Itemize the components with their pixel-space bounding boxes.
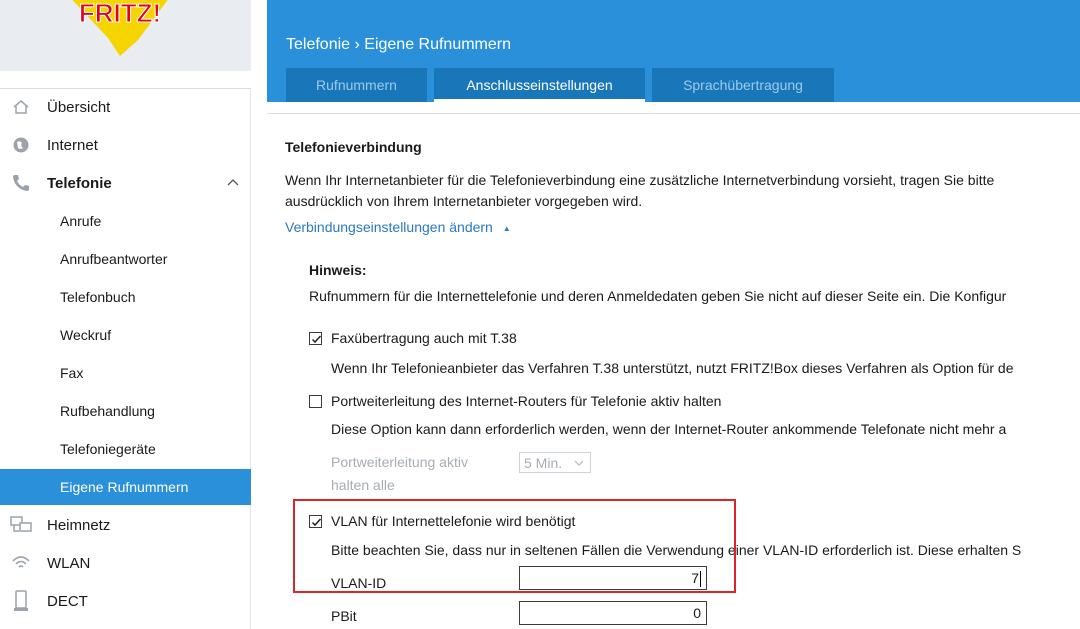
- fax-t38-checkbox[interactable]: [309, 332, 322, 345]
- dect-phone-icon: [10, 590, 32, 612]
- chevron-up-icon[interactable]: [226, 175, 240, 189]
- network-icon: [10, 514, 32, 536]
- connection-settings-toggle[interactable]: Verbindungseinstellungen ändern ▲: [285, 219, 511, 235]
- sidebar-divider: [0, 88, 251, 89]
- sidebar-subitem-weckruf[interactable]: Weckruf: [0, 318, 251, 352]
- tab-anschlusseinstellungen[interactable]: Anschlusseinstellungen: [434, 68, 645, 102]
- collapse-arrow-icon[interactable]: ▲: [503, 224, 511, 233]
- sidebar-subitem-anrufbeantworter[interactable]: Anrufbeantworter: [0, 242, 251, 276]
- sidebar-subitem-label: Rufbehandlung: [60, 403, 155, 419]
- sidebar: FRITZ! Übersicht Internet Telefonie Anru…: [0, 0, 251, 629]
- sidebar-item-label: DECT: [47, 592, 88, 610]
- sidebar-subitem-label: Weckruf: [60, 327, 112, 343]
- phone-icon: [10, 172, 32, 194]
- wifi-icon: [10, 552, 32, 574]
- sidebar-item-label: Telefonie: [47, 174, 112, 192]
- sidebar-item-label: Internet: [47, 136, 98, 154]
- sidebar-item-telefonie[interactable]: Telefonie: [0, 166, 251, 200]
- keepalive-label-line-1: Portweiterleitung aktiv: [331, 454, 468, 470]
- intro-text-line-1: Wenn Ihr Internetanbieter für die Telefo…: [285, 172, 995, 188]
- sidebar-subitem-anrufe[interactable]: Anrufe: [0, 204, 251, 238]
- sidebar-subitem-label: Telefonbuch: [60, 289, 136, 305]
- port-forwarding-label[interactable]: Portweiterleitung des Internet-Routers f…: [331, 393, 721, 409]
- globe-icon: [10, 134, 32, 156]
- intro-text-line-2: ausdrücklich von Ihrem Internetanbieter …: [285, 193, 643, 209]
- tab-sprachuebertragung[interactable]: Sprachübertragung: [652, 68, 834, 102]
- sidebar-item-heimnetz[interactable]: Heimnetz: [0, 508, 251, 542]
- sidebar-subitem-telefonbuch[interactable]: Telefonbuch: [0, 280, 251, 314]
- sidebar-subitem-label: Telefoniegeräte: [60, 441, 156, 457]
- hint-text: Rufnummern für die Internettelefonie und…: [309, 288, 1007, 304]
- tab-rufnummern[interactable]: Rufnummern: [286, 68, 427, 102]
- pbit-input[interactable]: 0: [519, 601, 707, 625]
- fax-t38-label[interactable]: Faxübertragung auch mit T.38: [331, 330, 517, 346]
- section-title: Telefonieverbindung: [285, 139, 422, 155]
- home-icon: [10, 96, 32, 118]
- sidebar-subitem-fax[interactable]: Fax: [0, 356, 251, 390]
- page-header: Telefonie › Eigene Rufnummern Rufnummern…: [267, 0, 1080, 102]
- pbit-value: 0: [693, 605, 701, 621]
- vlan-id-value: 7: [691, 570, 699, 586]
- keepalive-interval-select[interactable]: 5 Min.: [519, 452, 591, 473]
- fritz-logo[interactable]: FRITZ!: [0, 0, 251, 71]
- connection-settings-link[interactable]: Verbindungseinstellungen ändern: [285, 219, 493, 235]
- vlan-checkbox[interactable]: [309, 515, 322, 528]
- vlan-description: Bitte beachten Sie, dass nur in seltenen…: [331, 542, 1022, 558]
- sidebar-item-dect[interactable]: DECT: [0, 584, 251, 618]
- header-separator: [267, 113, 1080, 114]
- sidebar-subitem-label: Anrufbeantworter: [60, 251, 168, 267]
- sidebar-subitem-label: Eigene Rufnummern: [60, 479, 189, 495]
- sidebar-item-label: WLAN: [47, 554, 91, 572]
- logo-text: FRITZ!: [79, 0, 161, 28]
- port-forwarding-checkbox[interactable]: [309, 395, 322, 408]
- vlan-label[interactable]: VLAN für Internettelefonie wird benötigt: [331, 513, 575, 529]
- hint-title: Hinweis:: [309, 262, 367, 278]
- sidebar-subitem-rufbehandlung[interactable]: Rufbehandlung: [0, 394, 251, 428]
- tab-bar: Rufnummern Anschlusseinstellungen Sprach…: [286, 68, 841, 102]
- chevron-down-icon: [574, 460, 584, 466]
- pbit-label: PBit: [331, 608, 357, 624]
- breadcrumb: Telefonie › Eigene Rufnummern: [286, 36, 512, 53]
- vlan-id-input[interactable]: 7: [519, 566, 707, 590]
- fax-t38-description: Wenn Ihr Telefonieanbieter das Verfahren…: [331, 360, 1014, 376]
- fritz-logo-icon: FRITZ!: [72, 0, 168, 56]
- keepalive-label-line-2: halten alle: [331, 477, 395, 493]
- sidebar-item-wlan[interactable]: WLAN: [0, 546, 251, 580]
- sidebar-item-label: Übersicht: [47, 98, 111, 116]
- sidebar-item-label: Heimnetz: [47, 516, 111, 534]
- sidebar-subitem-eigene-rufnummern[interactable]: Eigene Rufnummern: [0, 469, 251, 505]
- sidebar-subitem-label: Anrufe: [60, 213, 102, 229]
- port-forwarding-description: Diese Option kann dann erforderlich werd…: [331, 421, 1007, 437]
- sidebar-item-uebersicht[interactable]: Übersicht: [0, 90, 251, 124]
- sidebar-subitem-label: Fax: [60, 365, 84, 381]
- keepalive-interval-value: 5 Min.: [524, 454, 563, 471]
- text-cursor: [700, 571, 701, 588]
- vlan-id-label: VLAN-ID: [331, 575, 387, 591]
- sidebar-item-internet[interactable]: Internet: [0, 128, 251, 162]
- sidebar-subitem-telefoniegeraete[interactable]: Telefoniegeräte: [0, 432, 251, 466]
